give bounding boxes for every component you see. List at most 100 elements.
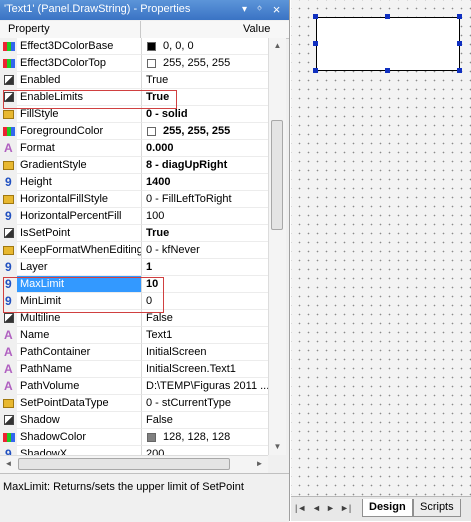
property-value[interactable]: False (141, 412, 268, 429)
auto-hide-pin-icon[interactable]: ᛜ (253, 3, 266, 16)
resize-handle-top[interactable] (385, 14, 390, 19)
horizontal-scroll-thumb[interactable] (18, 458, 230, 470)
scroll-right-arrow-icon[interactable]: ► (255, 459, 264, 468)
property-row[interactable]: A PathName InitialScreen.Text1 (0, 361, 268, 378)
property-value[interactable]: 1400 (141, 174, 268, 191)
tab-design[interactable]: Design (362, 499, 413, 517)
property-value[interactable]: Text1 (141, 327, 268, 344)
resize-handle-bottom-right[interactable] (457, 68, 462, 73)
row-icon-cell (0, 395, 17, 412)
property-value[interactable]: True (141, 72, 268, 89)
scroll-left-arrow-icon[interactable]: ◄ (4, 459, 13, 468)
properties-title-bar[interactable]: 'Text1' (Panel.DrawString) - Properties … (0, 0, 289, 20)
property-name[interactable]: HorizontalFillStyle (17, 191, 141, 208)
property-value[interactable]: 128, 128, 128 (141, 429, 268, 446)
property-row[interactable]: Effect3DColorBase 0, 0, 0 (0, 38, 268, 55)
scroll-up-arrow-icon[interactable]: ▲ (273, 41, 282, 50)
property-value[interactable]: 200 (141, 446, 268, 455)
property-row[interactable]: ForegroundColor 255, 255, 255 (0, 123, 268, 140)
selected-text-control[interactable] (316, 17, 460, 71)
property-name[interactable]: Layer (17, 259, 141, 276)
property-name[interactable]: GradientStyle (17, 157, 141, 174)
window-position-icon[interactable]: ▾ (238, 3, 251, 16)
property-value[interactable]: InitialScreen.Text1 (141, 361, 268, 378)
property-name[interactable]: PathContainer (17, 344, 141, 361)
property-value[interactable]: True (141, 225, 268, 242)
column-splitter[interactable] (140, 21, 141, 38)
resize-handle-top-left[interactable] (313, 14, 318, 19)
property-name[interactable]: KeepFormatWhenEditing (17, 242, 141, 259)
row-icon-cell (0, 157, 17, 174)
property-value[interactable]: D:\TEMP\Figuras 2011 ... (141, 378, 268, 395)
property-name[interactable]: SetPointDataType (17, 395, 141, 412)
resize-handle-right[interactable] (457, 41, 462, 46)
last-tab-icon[interactable]: ►| (340, 503, 351, 513)
property-name[interactable]: PathName (17, 361, 141, 378)
property-value[interactable]: InitialScreen (141, 344, 268, 361)
property-name[interactable]: Height (17, 174, 141, 191)
scroll-down-arrow-icon[interactable]: ▼ (273, 442, 282, 451)
property-row[interactable]: KeepFormatWhenEditing 0 - kfNever (0, 242, 268, 259)
property-row[interactable]: 9 Height 1400 (0, 174, 268, 191)
property-row[interactable]: Effect3DColorTop 255, 255, 255 (0, 55, 268, 72)
property-name[interactable]: HorizontalPercentFill (17, 208, 141, 225)
property-value[interactable]: 0 - kfNever (141, 242, 268, 259)
next-tab-icon[interactable]: ► (326, 503, 335, 513)
resize-handle-left[interactable] (313, 41, 318, 46)
property-row[interactable]: ShadowColor 128, 128, 128 (0, 429, 268, 446)
horizontal-scrollbar[interactable]: ◄ ► (0, 455, 268, 473)
property-name[interactable]: Effect3DColorBase (17, 38, 141, 55)
property-row[interactable]: A PathVolume D:\TEMP\Figuras 2011 ... (0, 378, 268, 395)
property-name[interactable]: ForegroundColor (17, 123, 141, 140)
property-name[interactable]: Shadow (17, 412, 141, 429)
property-value[interactable]: 255, 255, 255 (141, 123, 268, 140)
value-column-header[interactable]: Value (243, 23, 270, 35)
property-description: MaxLimit: Returns/sets the upper limit o… (3, 481, 244, 493)
property-column-header[interactable]: Property (8, 23, 50, 35)
row-icon-cell (0, 412, 17, 429)
property-row[interactable]: Shadow False (0, 412, 268, 429)
resize-handle-bottom[interactable] (385, 68, 390, 73)
property-row[interactable]: A Name Text1 (0, 327, 268, 344)
prev-tab-icon[interactable]: ◄ (312, 503, 321, 513)
property-row[interactable]: A PathContainer InitialScreen (0, 344, 268, 361)
row-icon-cell (0, 242, 17, 259)
property-row[interactable]: 9 Layer 1 (0, 259, 268, 276)
property-value[interactable]: 0, 0, 0 (141, 38, 268, 55)
first-tab-icon[interactable]: |◄ (295, 503, 306, 513)
property-row[interactable]: SetPointDataType 0 - stCurrentType (0, 395, 268, 412)
property-value[interactable]: 0 - stCurrentType (141, 395, 268, 412)
property-name[interactable]: ShadowX (17, 446, 141, 455)
property-row[interactable]: GradientStyle 8 - diagUpRight (0, 157, 268, 174)
property-name[interactable]: Enabled (17, 72, 141, 89)
resize-handle-bottom-left[interactable] (313, 68, 318, 73)
enum-icon (3, 246, 14, 255)
property-name[interactable]: IsSetPoint (17, 225, 141, 242)
property-name[interactable]: Name (17, 327, 141, 344)
property-row[interactable]: 9 ShadowX 200 (0, 446, 268, 455)
row-icon-cell (0, 225, 17, 242)
property-value[interactable]: 8 - diagUpRight (141, 157, 268, 174)
property-name[interactable]: PathVolume (17, 378, 141, 395)
property-row[interactable]: IsSetPoint True (0, 225, 268, 242)
property-value[interactable]: 1 (141, 259, 268, 276)
property-row[interactable]: Enabled True (0, 72, 268, 89)
vertical-scroll-thumb[interactable] (271, 120, 283, 230)
design-surface[interactable] (291, 0, 471, 496)
resize-handle-top-right[interactable] (457, 14, 462, 19)
property-name[interactable]: Format (17, 140, 141, 157)
property-name[interactable]: Effect3DColorTop (17, 55, 141, 72)
property-value[interactable]: 255, 255, 255 (141, 55, 268, 72)
property-row[interactable]: HorizontalFillStyle 0 - FillLeftToRight (0, 191, 268, 208)
property-value[interactable]: 0.000 (141, 140, 268, 157)
row-icon-cell (0, 123, 17, 140)
property-value[interactable]: 0 - FillLeftToRight (141, 191, 268, 208)
property-name[interactable]: ShadowColor (17, 429, 141, 446)
close-icon[interactable]: × (270, 3, 283, 16)
property-value[interactable]: 100 (141, 208, 268, 225)
vertical-scrollbar[interactable]: ▲ ▼ (268, 38, 286, 455)
string-icon: A (4, 141, 13, 155)
property-row[interactable]: A Format 0.000 (0, 140, 268, 157)
property-row[interactable]: 9 HorizontalPercentFill 100 (0, 208, 268, 225)
tab-scripts[interactable]: Scripts (413, 499, 461, 517)
